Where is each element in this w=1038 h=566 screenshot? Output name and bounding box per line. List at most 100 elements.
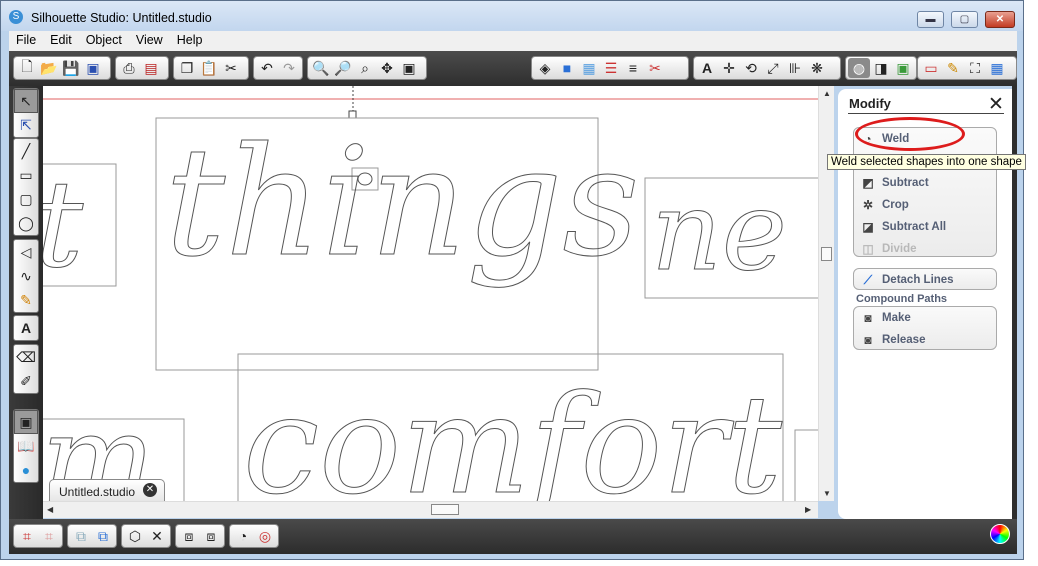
modify-panel-icon[interactable]: ◍ [848,58,870,78]
weld-shortcut-icon[interactable]: ⬡ [124,526,146,546]
text-tool-icon[interactable]: A [14,316,38,340]
align-icon[interactable]: ⊪ [784,58,806,78]
close-button[interactable]: ✕ [985,11,1015,28]
cut-icon[interactable]: ✂ [220,58,242,78]
subtract-button[interactable]: ◩ Subtract [854,172,996,194]
zoom-out-icon[interactable]: 🔎 [332,58,354,78]
book-icon[interactable]: 📖 [14,434,38,458]
horizontal-scrollbar[interactable]: ◀ ▶ [43,501,818,518]
toolbar-zoom-group: 🔍 🔎 ⌕ ✥ ▣ [307,56,427,80]
draw-tools-group: ◁ ∿ ✎ [13,239,39,313]
ellipse-tool-icon[interactable]: ◯ [14,211,38,235]
rectangle-tool-icon[interactable]: ▭ [14,163,38,187]
undo-icon[interactable]: ↶ [256,58,278,78]
maximize-button[interactable]: ▢ [951,11,978,28]
new-document-icon[interactable]: 🗋 [16,58,38,78]
fullscreen-icon[interactable]: ⛶ [964,58,986,78]
move-icon[interactable]: ✛ [718,58,740,78]
detach-lines-label: Detach Lines [882,274,954,286]
divide-button[interactable]: ◫ Divide [854,238,996,260]
toolbar-panels-group: ◍ ◨ ▣ [845,56,917,80]
zoom-in-icon[interactable]: 🔍 [310,58,332,78]
group-icon[interactable]: ⌗ [16,526,38,546]
select-tool-icon[interactable]: ↖ [14,89,38,113]
send-to-back-icon[interactable]: ⧈ [200,526,222,546]
vertical-scroll-thumb[interactable] [821,247,832,261]
line-color-icon[interactable]: ☰ [600,58,622,78]
panel-divider [848,113,1004,114]
replicate-icon[interactable]: ❋ [806,58,828,78]
send-to-cutter-icon[interactable]: ▤ [140,58,162,78]
crop-button[interactable]: ✲ Crop [854,194,996,216]
detach-lines-button[interactable]: ⟋ Detach Lines [854,269,996,291]
silhouette-store-icon[interactable]: ● [14,458,38,482]
maximize-icon: ▢ [959,14,970,25]
release-compound-icon[interactable]: ⧉ [92,526,114,546]
offset-panel-icon[interactable]: ◨ [870,58,892,78]
eraser-tool-icon[interactable]: ⌫ [14,345,38,369]
sketch-icon[interactable]: ✎ [942,58,964,78]
grid-icon[interactable]: ▦ [986,58,1008,78]
knife-tool-icon[interactable]: ✐ [14,369,38,393]
text-tools-group: A [13,315,39,341]
open-folder-icon[interactable]: 📂 [38,58,60,78]
save-to-sd-icon[interactable]: ▣ [82,58,104,78]
design-canvas[interactable]: t things ne comfort m [43,86,818,501]
menu-file[interactable]: File [9,31,43,47]
rounded-rectangle-tool-icon[interactable]: ▢ [14,187,38,211]
toolbar-history-group: ↶ ↷ [253,56,303,80]
scroll-up-icon[interactable]: ▲ [823,89,831,98]
page-settings-icon[interactable]: ▭ [920,58,942,78]
cut-style-icon[interactable]: ✂ [644,58,666,78]
paste-icon[interactable]: 📋 [198,58,220,78]
line-tool-icon[interactable]: ╱ [14,139,38,163]
title-bar[interactable]: S Silhouette Studio: Untitled.studio ▬ ▢… [1,1,1023,31]
color-wheel-icon[interactable] [990,524,1010,544]
bring-to-front-icon[interactable]: ⧈ [178,526,200,546]
library-toggle-icon[interactable]: ▣ [14,410,38,434]
compound-make-button[interactable]: ◙ Make [854,307,996,329]
text-style-icon[interactable]: A [696,58,718,78]
fill-color-icon[interactable]: ■ [556,58,578,78]
offset-bottom-icon[interactable]: ◎ [254,526,276,546]
copy-icon[interactable]: ❐ [176,58,198,78]
fill-pattern-icon[interactable]: ▦ [578,58,600,78]
scroll-right-icon[interactable]: ▶ [805,505,811,514]
point-edit-tool-icon[interactable]: ⇱ [14,113,38,137]
delete-icon[interactable]: ✕ [146,526,168,546]
polygon-tool-icon[interactable]: ◁ [14,240,38,264]
zoom-select-icon[interactable]: ⌕ [354,58,376,78]
compound-release-button[interactable]: ◙ Release [854,329,996,351]
redo-icon[interactable]: ↷ [278,58,300,78]
fill-icon[interactable]: ◈ [534,58,556,78]
fit-to-page-icon[interactable]: ▣ [398,58,420,78]
menu-view[interactable]: View [129,31,170,47]
freehand-tool-icon[interactable]: ✎ [14,288,38,312]
horizontal-scroll-thumb[interactable] [431,504,459,515]
pan-icon[interactable]: ✥ [376,58,398,78]
rotate-icon[interactable]: ⟲ [740,58,762,78]
document-tab[interactable]: Untitled.studio ✕ [49,479,165,501]
print-icon[interactable]: ⎙ [118,58,140,78]
compound-release-icon: ◙ [864,333,872,347]
scroll-down-icon[interactable]: ▼ [823,489,831,498]
menu-edit[interactable]: Edit [43,31,79,47]
vertical-scrollbar[interactable]: ▲ ▼ [818,86,834,501]
scroll-left-icon[interactable]: ◀ [47,505,53,514]
ungroup-icon[interactable]: ⌗ [38,526,60,546]
app-window: S Silhouette Studio: Untitled.studio ▬ ▢… [0,0,1026,560]
scale-icon[interactable]: ⤢ [762,58,784,78]
compound-paths-header: Compound Paths [856,293,948,305]
make-compound-icon[interactable]: ⧉ [70,526,92,546]
menu-help[interactable]: Help [170,31,210,47]
weld-bottom-icon[interactable]: ◔ [232,526,254,546]
subtract-all-button[interactable]: ◪ Subtract All [854,216,996,238]
detach-lines-icon: ⟋ [863,272,873,287]
close-tab-icon[interactable]: ✕ [143,483,157,497]
trace-panel-icon[interactable]: ▣ [892,58,914,78]
minimize-button[interactable]: ▬ [917,11,944,28]
curve-tool-icon[interactable]: ∿ [14,264,38,288]
save-icon[interactable]: 💾 [60,58,82,78]
menu-object[interactable]: Object [79,31,129,47]
line-style-icon[interactable]: ≡ [622,58,644,78]
